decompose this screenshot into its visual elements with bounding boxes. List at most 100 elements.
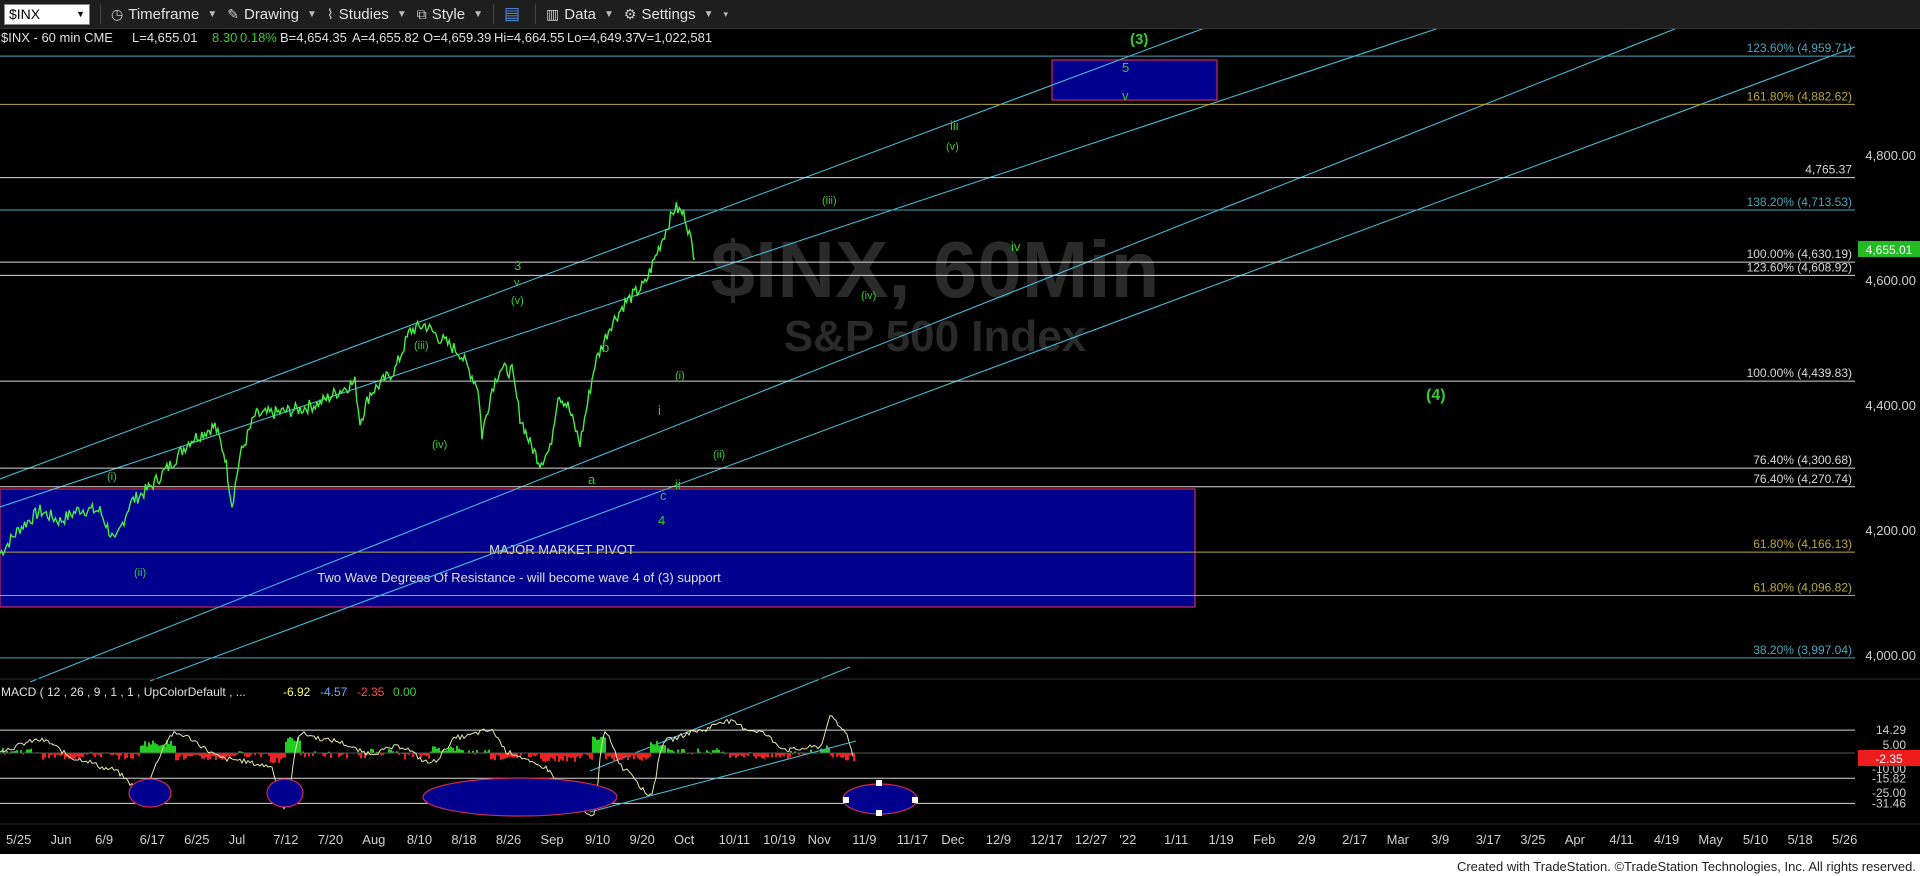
macd-histogram-bar xyxy=(338,753,340,758)
x-tick-label: 10/19 xyxy=(763,832,796,847)
x-tick-label: 7/20 xyxy=(318,832,343,847)
macd-header: MACD ( 12 , 26 , 9 , 1 , 1 , UpColorDefa… xyxy=(1,685,417,699)
macd-histogram-bar xyxy=(140,745,142,753)
wave-label: (iv) xyxy=(432,439,447,451)
macd-avg: -4.57 xyxy=(320,685,348,699)
macd-histogram-bar xyxy=(458,748,460,753)
fib-level-label: 123.60% (4,608.92) xyxy=(1747,260,1852,274)
price-chart[interactable]: $INX - 60 min CME L=4,655.01 8.30 0.18% … xyxy=(0,29,1920,876)
macd-histogram-bar xyxy=(605,753,607,760)
macd-histogram-bar xyxy=(649,753,651,757)
macd-histogram-bar xyxy=(272,753,274,764)
macd-histogram-bar xyxy=(100,753,102,758)
wave-label: (ii) xyxy=(134,567,146,579)
macd-histogram-bar xyxy=(404,753,406,759)
macd-histogram-bar xyxy=(572,753,574,758)
macd-histogram-bar xyxy=(438,747,440,753)
wave-label: v xyxy=(1122,88,1129,103)
x-tick-label: Sep xyxy=(540,832,563,847)
macd-histogram-bar xyxy=(627,753,629,760)
macd-histogram-bar xyxy=(274,753,276,763)
macd-histogram-bar xyxy=(767,753,769,758)
trend-channels xyxy=(0,29,1856,772)
x-tick-label: 11/17 xyxy=(897,832,929,847)
macd-histogram-bar xyxy=(278,753,280,763)
macd-histogram-bar xyxy=(789,753,791,757)
macd-histogram-bar xyxy=(502,753,504,760)
data-button[interactable]: ▥ Data ▼ xyxy=(546,6,614,23)
drawing-button[interactable]: ✎ Drawing ▼ xyxy=(227,6,317,23)
macd-histogram xyxy=(0,736,855,764)
macd-tick-label: 5.00 xyxy=(1883,738,1907,752)
wave-label: (iii) xyxy=(822,195,837,207)
chart-header: $INX - 60 min CME L=4,655.01 8.30 0.18% … xyxy=(1,30,712,45)
macd-histogram-bar xyxy=(664,745,666,753)
timeframe-button[interactable]: ◷ Timeframe ▼ xyxy=(111,6,217,23)
wave-label: (ii) xyxy=(713,449,725,461)
macd-histogram-bar xyxy=(118,753,120,760)
studies-button[interactable]: ⌇ Studies ▼ xyxy=(327,6,407,23)
macd-histogram-bar xyxy=(146,746,148,753)
wave-label: (v) xyxy=(511,295,524,307)
macd-histogram-bar xyxy=(76,753,78,757)
x-tick-label: 5/26 xyxy=(1832,832,1857,847)
last-price-label: 4,655.01 xyxy=(1866,243,1913,257)
chevron-down-icon: ▼ xyxy=(603,8,614,20)
style-button[interactable]: ⧉ Style ▼ xyxy=(417,6,483,23)
fib-level-label: 100.00% (4,630.19) xyxy=(1747,247,1852,261)
x-tick-label: Oct xyxy=(674,832,695,847)
macd-histogram-bar xyxy=(346,753,348,759)
macd-histogram-bar xyxy=(652,744,654,753)
macd-histogram-bar xyxy=(558,753,560,762)
macd-histogram-bar xyxy=(370,748,372,753)
macd-histogram-bar xyxy=(654,745,656,753)
x-tick-label: 7/12 xyxy=(273,832,298,847)
macd-histogram-bar xyxy=(150,744,152,753)
chart-symbol-title: $INX - 60 min CME xyxy=(1,30,113,45)
macd-histogram-bar xyxy=(209,753,211,759)
macd-histogram-bar xyxy=(759,753,761,757)
timeframe-label: Timeframe xyxy=(128,5,200,23)
macd-histogram-bar xyxy=(753,753,755,757)
macd-histogram-bar xyxy=(287,738,289,753)
macd-histogram-bar xyxy=(763,753,765,759)
overflow-button[interactable]: ▾ xyxy=(724,9,729,20)
x-tick-label: 6/9 xyxy=(95,832,113,847)
macd-histogram-bar xyxy=(592,736,594,753)
macd-histogram-bar xyxy=(132,753,134,759)
x-tick-label: 5/25 xyxy=(6,832,31,847)
macd-histogram-bar xyxy=(124,753,126,760)
quote-high: Hi=4,664.55 xyxy=(494,30,564,45)
macd-histogram-bar xyxy=(390,749,392,753)
y-tick-label: 4,000.00 xyxy=(1865,648,1916,663)
wave-label: 4 xyxy=(658,513,665,528)
fib-level-label: 4,765.37 xyxy=(1805,163,1852,177)
macd-histogram-bar xyxy=(550,753,552,758)
x-tick-label: 8/18 xyxy=(451,832,476,847)
x-tick-label: 8/10 xyxy=(407,832,432,847)
macd-histogram-bar xyxy=(284,753,286,758)
macd-histogram-bar xyxy=(619,753,621,759)
chevron-down-icon: ▼ xyxy=(703,8,714,20)
time-axis: 5/25 Jun 6/9 6/17 6/25 Jul 7/12 7/20 Aug 8/10 8/18… xyxy=(6,832,1857,847)
layout-button[interactable]: ▤ xyxy=(504,4,525,24)
macd-histogram-bar xyxy=(604,737,606,753)
macd-histogram-bar xyxy=(845,753,847,761)
macd-histogram-bar xyxy=(568,753,570,758)
wave-label: (i) xyxy=(107,471,117,483)
macd-histogram-bar xyxy=(221,753,223,760)
macd-diff: -2.35 xyxy=(357,685,385,699)
fib-level-label: 76.40% (4,270.74) xyxy=(1753,472,1852,486)
macd-histogram-bar xyxy=(765,753,767,757)
x-tick-label: 6/17 xyxy=(140,832,165,847)
clock-icon: ◷ xyxy=(111,5,124,22)
settings-button[interactable]: ⚙ Settings ▼ xyxy=(624,6,714,23)
macd-histogram-bar xyxy=(164,746,166,753)
macd-histogram-bar xyxy=(372,749,374,753)
macd-histogram-bar xyxy=(54,753,56,758)
macd-title: MACD ( 12 , 26 , 9 , 1 , 1 , UpColorDefa… xyxy=(1,685,246,699)
quote-change-pct: 0.18% xyxy=(240,30,277,45)
macd-histogram-bar xyxy=(78,753,80,759)
macd-histogram-bar xyxy=(450,746,452,753)
symbol-input[interactable]: $INX ▼ xyxy=(4,3,90,25)
